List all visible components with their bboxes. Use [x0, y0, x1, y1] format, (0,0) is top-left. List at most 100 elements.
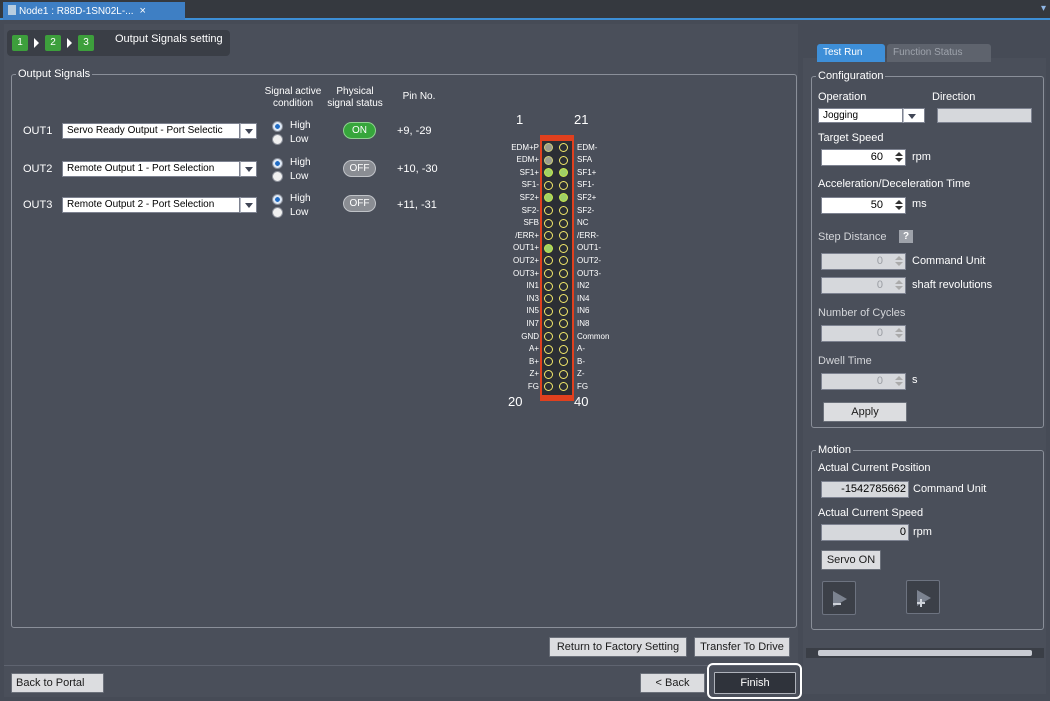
pin-label-left: OUT1+: [512, 243, 539, 253]
tab-test-run[interactable]: Test Run: [817, 44, 885, 62]
step-distance-label: Step Distance: [818, 231, 887, 243]
back-to-portal-button[interactable]: Back to Portal: [11, 673, 104, 693]
back-button[interactable]: < Back: [640, 673, 705, 693]
operation-select[interactable]: Jogging: [818, 108, 903, 123]
out2-selection[interactable]: Remote Output 1 - Port Selection: [62, 161, 240, 177]
dwell-input[interactable]: 0: [821, 373, 906, 390]
out2-high-label: High: [290, 157, 311, 168]
header-physical-line2: signal status: [327, 98, 383, 109]
spinner-icon[interactable]: [895, 152, 903, 163]
out3-high-radio[interactable]: [272, 194, 283, 205]
spinner-icon[interactable]: [895, 280, 903, 291]
accel-label: Acceleration/Deceleration Time: [818, 178, 971, 190]
pin-indicator-left: [544, 269, 553, 278]
out3-pins: +11, -31: [397, 199, 437, 211]
direction-select[interactable]: [937, 108, 1032, 123]
pin-label-right: SF1-: [577, 180, 595, 190]
operation-dropdown-icon[interactable]: [903, 108, 925, 123]
step-rev-value: 0: [876, 279, 883, 291]
configuration-legend: Configuration: [818, 70, 884, 82]
out2-dropdown-icon[interactable]: [240, 161, 257, 177]
pin-indicator-right: [559, 206, 568, 215]
pin-label-right: Z-: [577, 369, 585, 379]
step-rev-input[interactable]: 0: [821, 277, 906, 294]
servo-on-button[interactable]: Servo ON: [821, 550, 881, 570]
out1-selection[interactable]: Servo Ready Output - Port Selectic: [62, 123, 240, 139]
out3-status-badge: OFF: [343, 195, 376, 212]
document-tab[interactable]: Node1 : R88D-1SN02L-... ×: [3, 2, 185, 20]
pin-label-right: SFA: [577, 155, 593, 165]
pin-label-left: SF2-: [521, 205, 539, 215]
pin-label-left: /ERR+: [515, 230, 539, 240]
step-rev-unit: shaft revolutions: [912, 279, 993, 291]
tab-menu-icon[interactable]: ▾: [1041, 3, 1046, 14]
cycles-input[interactable]: 0: [821, 325, 906, 342]
spinner-icon[interactable]: [895, 256, 903, 267]
jog-minus-button[interactable]: [822, 581, 856, 615]
pin-indicator-right: [559, 319, 568, 329]
header-signal-active-line2: condition: [272, 98, 314, 109]
tab-function-status[interactable]: Function Status: [887, 44, 991, 62]
document-tab-title: Node1 : R88D-1SN02L-...: [19, 6, 134, 17]
out2-pins: +10, -30: [397, 163, 438, 175]
pin-label-right: OUT3-: [577, 268, 601, 278]
step-3[interactable]: 3: [78, 35, 94, 51]
wizard-steps: 1 2 3 Output Signals setting: [7, 30, 230, 56]
out2-low-label: Low: [290, 171, 309, 182]
help-icon[interactable]: ?: [899, 230, 913, 243]
transfer-to-drive-button[interactable]: Transfer To Drive: [694, 637, 790, 657]
out3-low-label: Low: [290, 207, 309, 218]
pin-indicator-right: [559, 243, 568, 253]
target-speed-input[interactable]: 60: [821, 149, 906, 166]
pin-label-left: OUT3+: [512, 268, 539, 278]
right-tabs: Test Run Function Status: [817, 44, 997, 62]
scroll-thumb[interactable]: [818, 650, 1032, 656]
pin-label-left: SF1+: [519, 167, 539, 177]
accel-input[interactable]: 50: [821, 197, 906, 214]
pin-label-left: OUT2+: [512, 255, 539, 265]
step-2[interactable]: 2: [45, 35, 61, 51]
pin-indicator-left: [544, 180, 553, 190]
out3-dropdown-icon[interactable]: [240, 197, 257, 213]
out2-status-badge: OFF: [343, 160, 376, 177]
jog-plus-button[interactable]: [906, 580, 940, 614]
out1-low-radio[interactable]: [272, 134, 283, 145]
pin-label-right: SF2+: [577, 192, 597, 202]
finish-button[interactable]: Finish: [714, 672, 796, 694]
step-1[interactable]: 1: [12, 35, 28, 51]
step-label: Output Signals setting: [115, 33, 223, 45]
out3-selection[interactable]: Remote Output 2 - Port Selection: [62, 197, 240, 213]
step-arrow-icon: [34, 38, 39, 48]
speed-unit: rpm: [913, 526, 932, 538]
pin-indicator-right: [559, 168, 568, 178]
spinner-icon[interactable]: [895, 376, 903, 387]
pin-label-right: Common: [577, 331, 610, 341]
out3-low-radio[interactable]: [272, 207, 283, 218]
out1-high-radio[interactable]: [272, 121, 283, 132]
apply-button[interactable]: Apply: [823, 402, 907, 422]
step-command-input[interactable]: 0: [821, 253, 906, 270]
target-speed-value: 60: [870, 151, 883, 163]
pin-indicator-right: [559, 369, 568, 379]
pin-label-right: SF1+: [577, 167, 597, 177]
out1-dropdown-icon[interactable]: [240, 123, 257, 139]
out2-high-radio[interactable]: [272, 158, 283, 169]
step-command-unit: Command Unit: [912, 255, 986, 267]
horizontal-scrollbar[interactable]: [806, 648, 1044, 658]
spinner-icon[interactable]: [895, 328, 903, 339]
close-icon[interactable]: ×: [140, 5, 146, 17]
out2-low-radio[interactable]: [272, 171, 283, 182]
pin-indicator-right: [559, 344, 568, 354]
pin-indicator-left: [544, 369, 553, 379]
out2-label: OUT2: [23, 163, 53, 175]
out1-label: OUT1: [23, 125, 53, 137]
pin-indicator-right: [559, 281, 568, 291]
jog-plus-icon: [917, 590, 931, 607]
pin-label-right: OUT2-: [577, 255, 601, 265]
pin-indicator-left: [544, 332, 553, 341]
dwell-unit: s: [912, 374, 918, 386]
spinner-icon[interactable]: [895, 200, 903, 211]
return-factory-button[interactable]: Return to Factory Setting: [549, 637, 687, 657]
pin-indicator-left: [544, 143, 553, 152]
target-speed-unit: rpm: [912, 151, 931, 163]
